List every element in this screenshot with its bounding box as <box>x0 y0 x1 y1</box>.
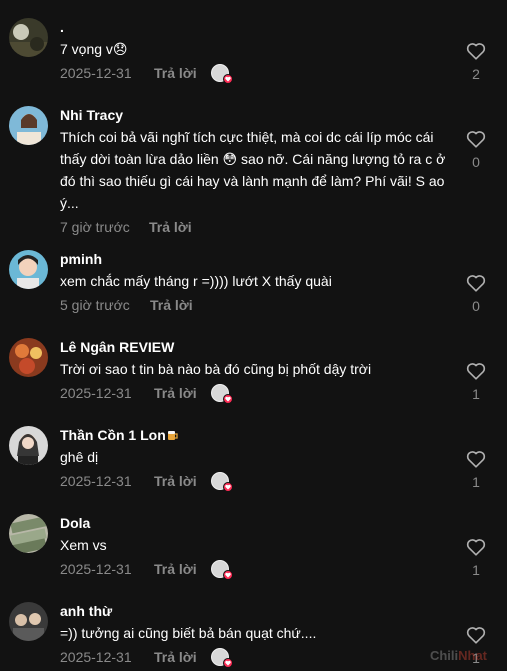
creator-liked-icon <box>210 560 233 580</box>
comment-date: 2025-12-31 <box>60 473 132 489</box>
avatar[interactable] <box>9 602 48 641</box>
comment-text: =)) tưởng ai cũng biết bả bán quạt chứ..… <box>60 625 317 641</box>
heart-icon[interactable] <box>466 450 486 468</box>
comment-text: Trời ơi sao t tin bà nào bà đó cũng bị p… <box>60 361 372 377</box>
comment-date: 2025-12-31 <box>60 649 132 665</box>
comment-author-name[interactable]: Thần Cồn 1 Lon <box>60 427 166 443</box>
like-control[interactable]: 1 <box>465 362 487 402</box>
comment-text: Thích coi bả vãi nghĩ tích cực thiệt, mà… <box>60 129 446 211</box>
like-count: 0 <box>472 154 480 170</box>
reply-button[interactable]: Trả lời <box>154 649 197 665</box>
watermark: ChiliNhat <box>430 648 487 663</box>
like-count: 1 <box>472 562 480 578</box>
reply-button[interactable]: Trả lời <box>149 219 192 235</box>
watermark-text: Chili <box>429 648 459 663</box>
comment-date: 5 giờ trước <box>60 297 130 313</box>
avatar[interactable] <box>9 514 48 553</box>
creator-liked-icon <box>210 472 233 492</box>
like-control[interactable]: 1 <box>465 538 487 578</box>
comment-date: 7 giờ trước <box>60 219 130 235</box>
comment-author[interactable]: Dola <box>60 514 470 532</box>
avatar[interactable] <box>9 426 48 465</box>
avatar[interactable] <box>9 106 48 145</box>
avatar[interactable] <box>9 18 48 57</box>
comment-date: 2025-12-31 <box>60 65 132 81</box>
comment-author[interactable]: Lê Ngân REVIEW <box>60 338 470 356</box>
heart-icon[interactable] <box>466 42 486 60</box>
avatar[interactable] <box>9 338 48 377</box>
comment-author[interactable]: Thần Cồn 1 Lon <box>60 426 470 444</box>
like-control[interactable]: 2 <box>465 42 487 82</box>
heart-icon[interactable] <box>466 274 486 292</box>
comment-date: 2025-12-31 <box>60 561 132 577</box>
reply-button[interactable]: Trả lời <box>154 385 197 401</box>
comment-author[interactable]: pminh <box>60 250 470 268</box>
like-control[interactable]: 0 <box>465 130 487 170</box>
like-count: 0 <box>472 298 480 314</box>
heart-icon[interactable] <box>466 362 486 380</box>
comment-text: ghê dị <box>60 449 99 465</box>
like-control[interactable]: 1 <box>465 450 487 490</box>
creator-liked-icon <box>210 64 233 84</box>
comment-date: 2025-12-31 <box>60 385 132 401</box>
heart-icon[interactable] <box>466 538 486 556</box>
comment-text: 7 vọng v😞 <box>60 41 128 57</box>
watermark-accent-text: Nhat <box>458 648 487 663</box>
creator-liked-icon <box>210 384 233 404</box>
creator-liked-icon <box>210 648 233 668</box>
reply-button[interactable]: Trả lời <box>154 65 197 81</box>
comment-text: Xem vs <box>60 537 107 553</box>
like-count: 1 <box>472 474 480 490</box>
comment-list: . 7 vọng v😞 2025-12-31 Trả lời 2 Nhi Tra… <box>0 0 507 671</box>
comment-author[interactable]: Nhi Tracy <box>60 106 470 124</box>
comment-text: xem chắc mấy tháng r =)))) lướt X thấy q… <box>60 273 332 289</box>
beer-mug-icon <box>167 431 178 440</box>
avatar[interactable] <box>9 250 48 289</box>
like-count: 1 <box>472 386 480 402</box>
reply-button[interactable]: Trả lời <box>150 297 193 313</box>
heart-icon[interactable] <box>466 626 486 644</box>
comment-author[interactable]: . <box>60 18 470 36</box>
like-count: 2 <box>472 66 480 82</box>
reply-button[interactable]: Trả lời <box>154 473 197 489</box>
like-control[interactable]: 0 <box>465 274 487 314</box>
comment-author[interactable]: anh thừ <box>60 602 470 620</box>
heart-icon[interactable] <box>466 130 486 148</box>
reply-button[interactable]: Trả lời <box>154 561 197 577</box>
